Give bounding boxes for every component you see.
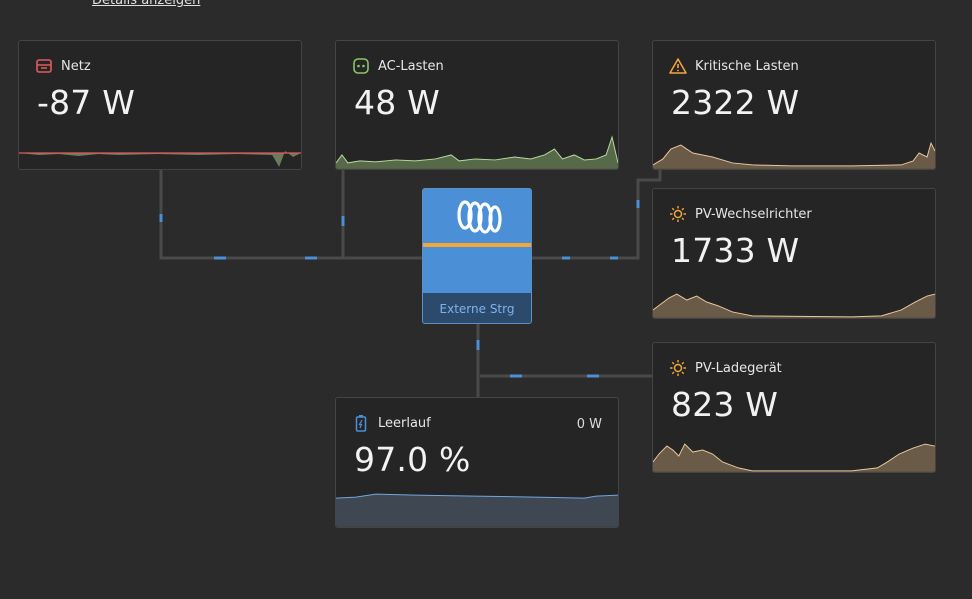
critical-loads-sparkline xyxy=(653,141,935,169)
battery-power: 0 W xyxy=(576,417,602,432)
ac-loads-title: AC-Lasten xyxy=(378,58,444,74)
grid-title: Netz xyxy=(61,58,91,74)
pv-inverter-card-header: PV-Wechselrichter xyxy=(669,205,812,223)
critical-loads-title: Kritische Lasten xyxy=(695,58,799,74)
ac-loads-card-header: AC-Lasten xyxy=(352,57,444,75)
inverter-block[interactable]: Externe Strg xyxy=(422,188,532,324)
inverter-mode-label: Externe Strg xyxy=(423,293,531,323)
battery-title: Leerlauf xyxy=(378,415,431,431)
battery-card-header: Leerlauf xyxy=(352,414,431,432)
battery-value: 97.0 % xyxy=(354,440,471,479)
inverter-body xyxy=(423,247,531,293)
warning-icon xyxy=(669,58,687,74)
critical-loads-card-header: Kritische Lasten xyxy=(669,57,799,75)
grid-card-header: Netz xyxy=(35,57,91,75)
pv-inverter-card[interactable]: PV-Wechselrichter 1733 W xyxy=(652,188,936,319)
ac-loads-value: 48 W xyxy=(354,83,440,122)
ac-loads-card[interactable]: AC-Lasten 48 W xyxy=(335,40,619,170)
pv-inverter-value: 1733 W xyxy=(671,231,800,270)
critical-loads-value: 2322 W xyxy=(671,83,800,122)
battery-soc-area xyxy=(336,493,618,527)
grid-sparkline xyxy=(19,151,301,167)
pv-charger-sparkline xyxy=(653,443,935,472)
pv-charger-value: 823 W xyxy=(671,385,779,424)
pv-charger-card[interactable]: PV-Ladegerät 823 W xyxy=(652,342,936,473)
battery-card[interactable]: Leerlauf 0 W 97.0 % xyxy=(335,397,619,528)
grid-icon xyxy=(36,59,52,73)
pv-charger-title: PV-Ladegerät xyxy=(695,360,782,376)
ac-loads-sparkline xyxy=(336,135,618,169)
critical-loads-card[interactable]: Kritische Lasten 2322 W xyxy=(652,40,936,170)
grid-card[interactable]: Netz -87 W xyxy=(18,40,302,170)
victron-logo-icon xyxy=(457,200,502,234)
pv-charger-card-header: PV-Ladegerät xyxy=(669,359,782,377)
sun-icon xyxy=(670,360,686,376)
battery-icon xyxy=(355,415,367,432)
grid-value: -87 W xyxy=(37,83,136,122)
pv-inverter-sparkline xyxy=(653,293,935,318)
sun-icon xyxy=(670,206,686,222)
pv-inverter-title: PV-Wechselrichter xyxy=(695,206,812,222)
socket-icon xyxy=(353,58,369,74)
